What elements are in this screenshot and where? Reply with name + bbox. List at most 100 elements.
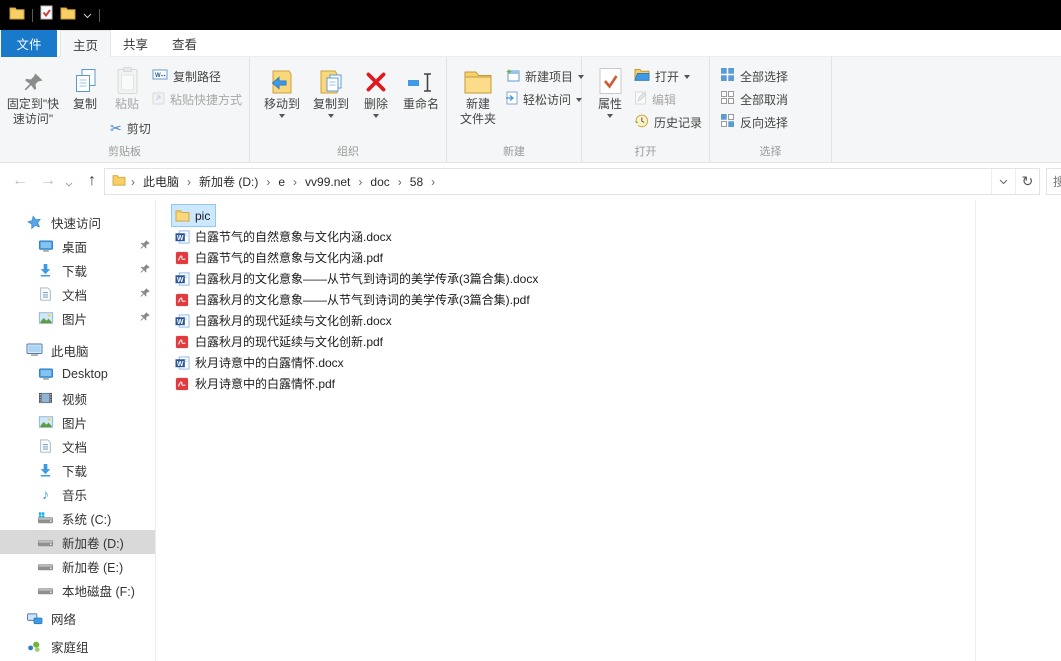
qat-dropdown-icon[interactable] bbox=[83, 6, 92, 24]
folder-icon[interactable] bbox=[60, 6, 76, 25]
explorer-window: 文件 主页 共享 查看 固定到"快速访问" 复制 粘贴 ✂ 剪切 W 复制路径 … bbox=[0, 0, 1061, 661]
delete-button[interactable]: 删除 bbox=[355, 61, 397, 118]
file-name: 秋月诗意中的白露情怀.docx bbox=[195, 356, 344, 370]
sidebar-item[interactable]: 下载 bbox=[0, 458, 155, 482]
dropdown-caret-icon bbox=[279, 114, 285, 118]
breadcrumb: › 此电脑 › 新加卷 (D:) › e › vv99.net › doc › 58 › bbox=[130, 173, 436, 190]
breadcrumb-item[interactable]: doc bbox=[363, 175, 396, 189]
move-to-label: 移动到 bbox=[263, 97, 300, 111]
copy-path-button[interactable]: W 复制路径 bbox=[152, 66, 221, 86]
titlebar bbox=[0, 0, 1061, 30]
tab-file[interactable]: 文件 bbox=[1, 30, 57, 57]
pin-icon[interactable] bbox=[139, 287, 151, 302]
copy-icon bbox=[73, 61, 98, 97]
search-input[interactable] bbox=[1047, 169, 1061, 194]
file-row[interactable]: 秋月诗意中的白露情怀.pdf bbox=[172, 373, 340, 394]
sidebar-item[interactable]: 视频 bbox=[0, 386, 155, 410]
address-bar[interactable]: › 此电脑 › 新加卷 (D:) › e › vv99.net › doc › 58 › ↻ bbox=[104, 168, 1040, 195]
select-all-button[interactable]: 全部选择 bbox=[720, 66, 788, 86]
tab-home[interactable]: 主页 bbox=[60, 30, 112, 57]
cut-button[interactable]: ✂ 剪切 bbox=[110, 118, 151, 138]
recent-locations-icon[interactable] bbox=[62, 173, 76, 197]
copy-button[interactable]: 复制 bbox=[64, 61, 106, 112]
sidebar-section-0[interactable]: 快速访问 bbox=[0, 210, 155, 234]
tab-view[interactable]: 查看 bbox=[160, 30, 209, 57]
select-all-icon bbox=[720, 67, 735, 85]
breadcrumb-item[interactable]: e bbox=[271, 175, 292, 189]
folder-row[interactable]: pic bbox=[170, 204, 217, 227]
paste-label: 粘贴 bbox=[114, 97, 139, 111]
forward-button[interactable]: → bbox=[36, 169, 60, 193]
properties-button[interactable]: 属性 bbox=[589, 61, 631, 118]
paste-button[interactable]: 粘贴 bbox=[106, 61, 148, 112]
rename-label: 重命名 bbox=[402, 97, 439, 111]
breadcrumb-item[interactable]: 58 bbox=[403, 175, 430, 189]
sidebar-item[interactable]: 系统 (C:) bbox=[0, 506, 155, 530]
pin-to-quick-access-button[interactable]: 固定到"快速访问" bbox=[3, 61, 63, 127]
folder-icon[interactable] bbox=[9, 6, 25, 25]
pdf-file-icon bbox=[174, 377, 190, 391]
breadcrumb-item[interactable]: 新加卷 (D:) bbox=[192, 173, 265, 190]
invert-selection-label: 反向选择 bbox=[740, 115, 789, 130]
file-row[interactable]: 白露秋月的文化意象——从节气到诗词的美学传承(3篇合集).pdf bbox=[172, 289, 535, 310]
properties-icon[interactable] bbox=[40, 5, 53, 25]
sidebar-item[interactable]: 新加卷 (E:) bbox=[0, 554, 155, 578]
homegroup-icon bbox=[26, 640, 43, 653]
sidebar-section-1[interactable]: 此电脑 bbox=[0, 338, 155, 362]
sidebar-item[interactable]: 本地磁盘 (F:) bbox=[0, 578, 155, 602]
navigation-pane: 快速访问 桌面 下载 文档 图片 此电脑 Desktop 视频 图片 文档 下载 ♪ 音乐 系统 (C:)… bbox=[0, 200, 156, 661]
edit-button[interactable]: 编辑 bbox=[634, 89, 676, 109]
sidebar-section-3[interactable]: 家庭组 bbox=[0, 634, 155, 658]
sidebar-section-2[interactable]: 网络 bbox=[0, 606, 155, 630]
sidebar-item[interactable]: Desktop bbox=[0, 362, 155, 386]
invert-selection-button[interactable]: 反向选择 bbox=[720, 112, 788, 132]
file-row[interactable]: W 白露秋月的文化意象——从节气到诗词的美学传承(3篇合集).docx bbox=[172, 268, 543, 289]
file-row[interactable]: W 秋月诗意中的白露情怀.docx bbox=[172, 352, 349, 373]
breadcrumb-item[interactable]: vv99.net bbox=[298, 175, 357, 189]
pin-icon[interactable] bbox=[139, 263, 151, 278]
sidebar-item[interactable]: 下载 bbox=[0, 258, 155, 282]
rename-button[interactable]: 重命名 bbox=[397, 61, 445, 112]
picture-icon bbox=[37, 312, 54, 324]
up-button[interactable]: ↑ bbox=[80, 169, 104, 193]
file-row[interactable]: 白露秋月的现代延续与文化创新.pdf bbox=[172, 331, 388, 352]
sidebar-item[interactable]: 图片 bbox=[0, 410, 155, 434]
sidebar-item[interactable]: 桌面 bbox=[0, 234, 155, 258]
tab-share[interactable]: 共享 bbox=[111, 30, 160, 57]
new-item-button[interactable]: 新建项目 bbox=[505, 66, 585, 86]
open-button[interactable]: 打开 bbox=[634, 66, 691, 86]
pin-icon[interactable] bbox=[139, 239, 151, 254]
sidebar-section-label: 家庭组 bbox=[51, 640, 89, 655]
file-row[interactable]: W 白露秋月的现代延续与文化创新.docx bbox=[172, 310, 397, 331]
breadcrumb-item[interactable]: 此电脑 bbox=[136, 173, 186, 190]
select-none-button[interactable]: 全部取消 bbox=[720, 89, 788, 109]
file-row[interactable]: 白露节气的自然意象与文化内涵.pdf bbox=[172, 247, 388, 268]
select-all-label: 全部选择 bbox=[740, 69, 789, 84]
easy-access-button[interactable]: 轻松访问 bbox=[505, 89, 583, 109]
sidebar-item[interactable]: 图片 bbox=[0, 306, 155, 330]
word-file-icon: W bbox=[174, 313, 190, 328]
back-button[interactable]: ← bbox=[8, 169, 32, 193]
paste-shortcut-button[interactable]: 粘贴快捷方式 bbox=[152, 89, 242, 109]
history-button[interactable]: 历史记录 bbox=[634, 112, 702, 132]
sidebar-item-label: 图片 bbox=[62, 312, 88, 327]
download-icon bbox=[37, 263, 54, 277]
properties-label: 属性 bbox=[597, 97, 622, 111]
sidebar-item[interactable]: ♪ 音乐 bbox=[0, 482, 155, 506]
new-item-label: 新建项目 bbox=[525, 69, 574, 84]
copy-to-button[interactable]: 复制到 bbox=[307, 61, 355, 118]
word-file-icon: W bbox=[174, 355, 190, 370]
pin-icon[interactable] bbox=[139, 311, 151, 326]
file-row[interactable]: W 白露节气的自然意象与文化内涵.docx bbox=[172, 226, 397, 247]
new-folder-button[interactable]: 新建 文件夹 bbox=[454, 61, 502, 127]
search-box[interactable] bbox=[1046, 168, 1061, 195]
pin-label: 固定到"快速访问" bbox=[6, 97, 60, 126]
sidebar-item[interactable]: 文档 bbox=[0, 282, 155, 306]
refresh-icon[interactable]: ↻ bbox=[1015, 169, 1039, 194]
computer-icon bbox=[26, 343, 43, 357]
open-icon bbox=[634, 68, 650, 84]
move-to-button[interactable]: 移动到 bbox=[258, 61, 306, 118]
address-dropdown-icon[interactable] bbox=[991, 169, 1015, 194]
sidebar-item[interactable]: 文档 bbox=[0, 434, 155, 458]
sidebar-item[interactable]: 新加卷 (D:) bbox=[0, 530, 155, 554]
